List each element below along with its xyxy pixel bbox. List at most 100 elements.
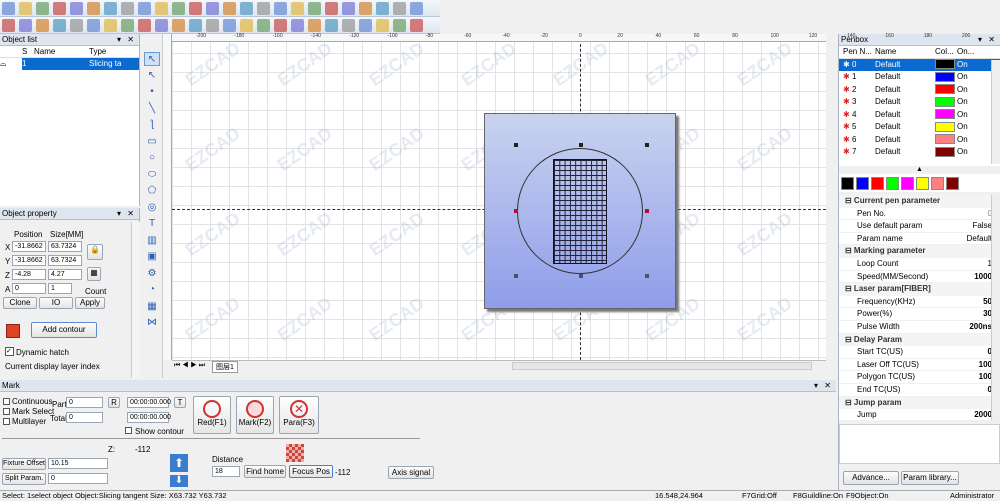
focus-pos-button[interactable]: Focus Pos <box>289 465 333 478</box>
zoom-icon[interactable] <box>342 19 355 32</box>
palette-color[interactable] <box>916 177 929 190</box>
rectangle-icon[interactable]: ▭ <box>144 135 160 149</box>
angle-input[interactable]: 0 <box>12 283 46 294</box>
param-row[interactable]: Jump Speed(MM/Second)2000 <box>839 409 1000 420</box>
zoom-in-icon[interactable] <box>138 19 151 32</box>
open-file-icon[interactable] <box>189 19 202 32</box>
fixture-offset-input[interactable]: 10.15 <box>48 458 108 469</box>
palette-color[interactable] <box>841 177 854 190</box>
cut-icon[interactable] <box>53 2 66 15</box>
pen-color-swatch[interactable] <box>935 121 955 132</box>
param-section-header[interactable]: ⊟ Laser param[FIBER] <box>839 283 1000 296</box>
pen-color-swatch[interactable] <box>935 109 955 120</box>
line-icon[interactable]: ╲ <box>144 102 160 116</box>
count-input[interactable]: 1 <box>48 283 72 294</box>
paste-icon[interactable] <box>257 19 270 32</box>
zoom-in-icon[interactable] <box>393 19 406 32</box>
spiral-icon[interactable]: ◎ <box>144 201 160 215</box>
handle-mr[interactable] <box>645 209 649 213</box>
param-row[interactable]: Frequency(KHz) 50 <box>839 296 1000 309</box>
pen-color-header[interactable]: Col... <box>935 46 957 58</box>
layer-nav-arrows[interactable]: ⏮◀▶⏭ <box>174 362 207 370</box>
undo-icon[interactable] <box>274 19 287 32</box>
z-position-input[interactable]: -4.28 <box>12 269 46 280</box>
open-file-icon[interactable] <box>19 2 32 15</box>
open-file-icon[interactable] <box>274 2 287 15</box>
paste-icon[interactable] <box>2 19 15 32</box>
param-row[interactable]: Laser Off TC(US) 100 <box>839 359 1000 372</box>
lock-ratio-icon[interactable]: 🔒 <box>87 244 103 260</box>
find-home-button[interactable]: Find home <box>244 465 286 478</box>
contour-icon[interactable] <box>6 324 20 338</box>
save-file-icon[interactable] <box>206 19 219 32</box>
axis-signal-button[interactable]: Axis signal <box>388 466 434 479</box>
timer-icon[interactable]: ◔ <box>144 283 160 297</box>
param-row[interactable]: Polygon TC(US) 100 <box>839 371 1000 384</box>
total-input[interactable]: 0 <box>66 412 103 423</box>
pen-name-header[interactable]: Name <box>875 46 935 58</box>
pen-no-header[interactable]: Pen N... <box>839 46 875 58</box>
palette-color[interactable] <box>931 177 944 190</box>
crop-icon[interactable] <box>121 19 134 32</box>
pen-on-header[interactable]: On... <box>957 46 974 58</box>
redo-icon[interactable] <box>36 19 49 32</box>
handle-bc[interactable] <box>579 274 583 278</box>
handle-bl[interactable] <box>514 274 518 278</box>
copy-icon[interactable] <box>70 2 83 15</box>
node-edit-icon[interactable]: ↖ <box>144 69 160 83</box>
pen-row[interactable]: ✱ 3 Default On <box>839 96 1000 109</box>
copy-icon[interactable] <box>325 2 338 15</box>
mark-button[interactable]: Mark(F2) <box>236 396 274 434</box>
object-list-row[interactable]: ⌓ 1 Slicing ta <box>0 58 139 70</box>
add-icon[interactable] <box>155 2 168 15</box>
y-size-input[interactable]: 63.7324 <box>48 255 82 266</box>
collapse-arrow-icon[interactable]: ▲ <box>839 166 1000 174</box>
pen-color-swatch[interactable] <box>935 59 955 70</box>
pen-row[interactable]: ✱ 4 Default On <box>839 109 1000 122</box>
x-position-input[interactable]: -31.8662 <box>12 241 46 252</box>
zoom-icon[interactable] <box>172 2 185 15</box>
param-row[interactable]: Param name Default <box>839 233 1000 246</box>
param-section-header[interactable]: ⊟ Marking parameter <box>839 245 1000 258</box>
new-file-icon[interactable] <box>2 2 15 15</box>
handle-br[interactable] <box>645 274 649 278</box>
param-section-header[interactable]: ⊟ Current pen parameter <box>839 195 1000 208</box>
pen-list-scrollbar[interactable] <box>991 60 1000 164</box>
pointer-icon[interactable]: ↖ <box>144 52 160 66</box>
axis-down-icon[interactable]: ⬇ <box>170 475 188 487</box>
select-icon[interactable] <box>393 2 406 15</box>
zoom-out-icon[interactable] <box>155 19 168 32</box>
property-scrollbar[interactable] <box>131 222 140 378</box>
param-library-button[interactable]: Param library... <box>901 471 959 485</box>
fixture-offset-button[interactable]: Fixture Offset <box>2 458 46 470</box>
param-section-header[interactable]: ⊟ Jump param <box>839 396 1000 410</box>
multilayer-checkbox[interactable] <box>3 418 10 425</box>
text-icon[interactable]: T <box>144 217 160 231</box>
lock-icon[interactable] <box>189 2 202 15</box>
pen-color-swatch[interactable] <box>935 134 955 145</box>
grid-align-icon[interactable]: ▦ <box>87 267 101 281</box>
advance-button[interactable]: Advance... <box>843 471 899 485</box>
palette-color[interactable] <box>886 177 899 190</box>
clone-button[interactable]: Clone <box>3 297 37 309</box>
pen-color-swatch[interactable] <box>935 84 955 95</box>
add-icon[interactable] <box>410 2 423 15</box>
continuous-checkbox[interactable] <box>3 398 10 405</box>
zoom-out-icon[interactable] <box>240 2 253 15</box>
pen-row[interactable]: ✱ 6 Default On <box>839 134 1000 147</box>
circle-icon[interactable]: ○ <box>144 151 160 165</box>
param-row[interactable]: Pulse Width 200ns <box>839 321 1000 334</box>
param-row[interactable]: Loop Count 1 <box>839 258 1000 271</box>
undo-icon[interactable] <box>104 2 117 15</box>
pen-color-swatch[interactable] <box>935 146 955 157</box>
red-button[interactable]: Red(F1) <box>193 396 231 434</box>
redo-icon[interactable] <box>376 2 389 15</box>
horizontal-scrollbar[interactable] <box>512 362 812 370</box>
polygon-icon[interactable]: ⬠ <box>144 184 160 198</box>
pen-row[interactable]: ✱ 5 Default On <box>839 121 1000 134</box>
split-param-button[interactable]: Split Param. <box>2 473 46 485</box>
zoom-out-icon[interactable] <box>410 19 423 32</box>
param-row[interactable]: Use default param False <box>839 220 1000 233</box>
new-file-icon[interactable] <box>257 2 270 15</box>
copy-icon[interactable] <box>240 19 253 32</box>
